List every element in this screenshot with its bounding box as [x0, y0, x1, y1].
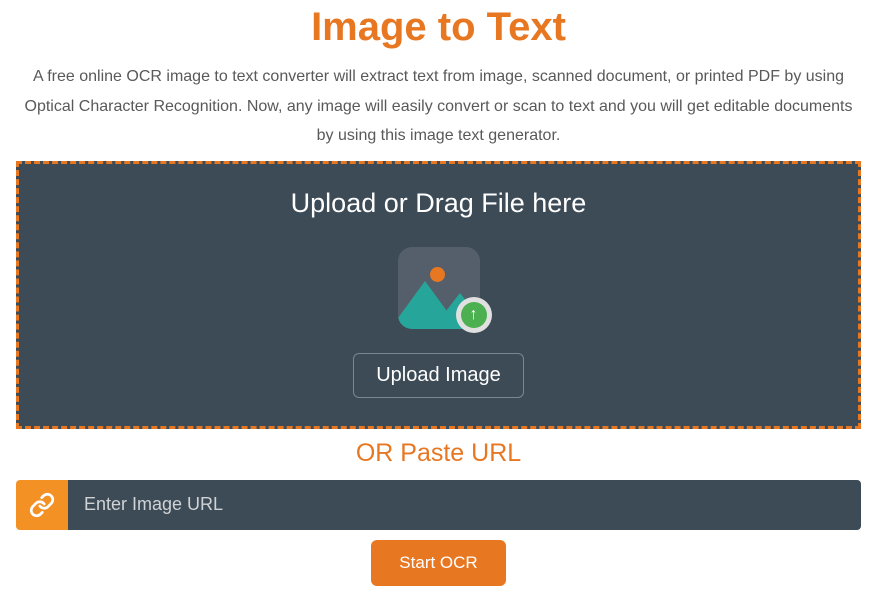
upload-image-button[interactable]: Upload Image — [353, 353, 524, 398]
file-dropzone[interactable]: Upload or Drag File here ↑ Upload Image — [16, 161, 861, 429]
page-description: A free online OCR image to text converte… — [0, 62, 877, 151]
start-ocr-button[interactable]: Start OCR — [371, 540, 505, 586]
page-title: Image to Text — [0, 5, 877, 50]
image-url-input[interactable] — [68, 480, 861, 530]
or-paste-url-label: OR Paste URL — [356, 439, 521, 467]
image-upload-icon: ↑ — [398, 247, 480, 329]
upload-arrow-icon: ↑ — [456, 297, 492, 333]
link-icon — [16, 480, 68, 530]
dropzone-title: Upload or Drag File here — [39, 188, 838, 219]
